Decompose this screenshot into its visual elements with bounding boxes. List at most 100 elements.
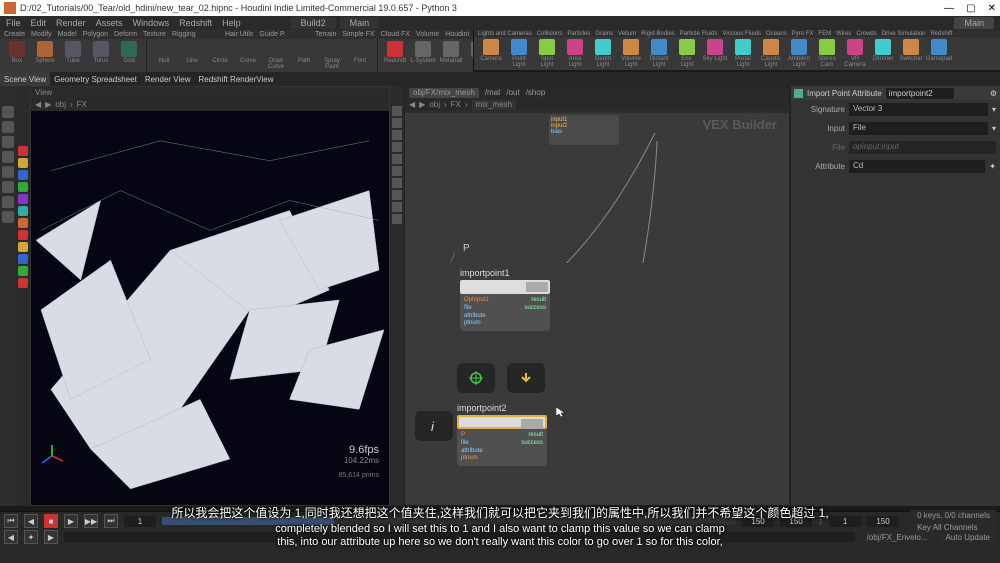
menu-windows[interactable]: Windows [133,18,170,28]
shelf-tab[interactable]: Hair Utils [225,31,253,38]
menu-redshift[interactable]: Redshift [179,18,212,28]
tool-icon[interactable] [2,136,14,148]
snap-icon[interactable] [18,146,28,156]
net-tab[interactable]: /out [506,88,519,98]
display-icon[interactable] [392,202,402,212]
shelf-tool[interactable]: Tube [60,41,86,70]
chan-prev-icon[interactable]: ◀ [4,530,18,544]
net-tab[interactable]: /shop [526,88,546,98]
network-editor[interactable]: obj/FX/mix_mesh /mat /out /shop ◀▶ obj› … [404,86,790,506]
shelf-tab[interactable]: Pyro FX [792,31,814,36]
menu-file[interactable]: File [6,18,21,28]
maximize-button[interactable]: ▢ [966,3,975,14]
node-importpoint2[interactable]: importpoint2 Pfileattributeptnum results… [457,403,547,466]
close-button[interactable]: ✕ [988,3,996,14]
info-icon[interactable]: i [429,419,439,433]
shelf-tool[interactable]: Curve [235,41,261,70]
shelf-tool[interactable]: Draw Curve [263,41,289,70]
shelf-tab[interactable]: Guide P. [259,31,285,38]
shelf-tab[interactable]: Lights and Cameras [478,31,532,36]
scope-field[interactable]: /obj/FX_Envelo... [861,532,934,543]
shelf-tab[interactable]: Rigid Bodies [641,31,675,36]
snap-icon[interactable] [18,170,28,180]
snap-icon[interactable] [18,266,28,276]
display-icon[interactable] [392,190,402,200]
shelf-tool[interactable]: Switcher [898,39,924,68]
shelf-tab[interactable]: Drive Simulation [882,31,926,36]
shelf-tool[interactable]: Null [151,41,177,70]
nav-fwd-icon[interactable]: ▶ [419,100,425,110]
shelf-tool[interactable]: Metaball [438,41,464,70]
shelf-tool[interactable]: Font [347,41,373,70]
shelf-tool[interactable]: Camera [478,39,504,68]
channel-track[interactable] [64,532,855,542]
net-tab[interactable]: obj/FX/mix_mesh [409,88,479,98]
timeline-track[interactable] [162,517,736,525]
shelf-tool[interactable]: Env. Light [674,39,700,68]
shelf-tab[interactable]: Redshift [930,31,952,36]
signature-select[interactable]: Vector 3 [849,103,988,116]
snap-icon[interactable] [18,182,28,192]
menu-help[interactable]: Help [222,18,241,28]
snap-icon[interactable] [18,218,28,228]
shelf-tool[interactable]: Geom Light [590,39,616,68]
menu-assets[interactable]: Assets [96,18,123,28]
nav-fwd-icon[interactable]: ▶ [45,100,51,110]
tool-icon[interactable] [2,151,14,163]
pane-tab-rs[interactable]: Redshift RenderView [194,72,277,86]
desktop-right[interactable]: Main [954,17,994,29]
chan-del-icon[interactable]: ✦ [24,530,38,544]
shelf-tab[interactable]: Volume [416,31,439,38]
display-icon[interactable] [392,106,402,116]
shelf-tab[interactable]: FEM [818,31,831,36]
tool-icon[interactable] [2,121,14,133]
shelf-tab[interactable]: Particle Fluids [680,31,718,36]
shelf-tool[interactable]: Distant Light [646,39,672,68]
shelf-tab[interactable]: Cloud FX [381,31,410,38]
chevron-down-icon[interactable]: ▾ [992,105,996,114]
shelf-tool[interactable]: Circle [207,41,233,70]
path-seg[interactable]: FX [77,100,87,110]
end-frame[interactable]: 150 [780,516,812,527]
tool-icon[interactable] [2,106,14,118]
snap-icon[interactable] [18,194,28,204]
display-icon[interactable] [392,118,402,128]
path-seg[interactable]: obj [55,100,66,110]
shelf-tool[interactable]: Stereo Cam [814,39,840,68]
range-end[interactable]: 150 [867,516,899,527]
shelf-tab[interactable]: Texture [143,31,166,38]
chan-next-icon[interactable]: ▶ [44,530,58,544]
shelf-tab[interactable]: Particles [567,31,590,36]
snap-icon[interactable] [18,230,28,240]
stop-button[interactable]: ■ [44,514,58,528]
shelf-tool[interactable]: Redshift [382,41,408,70]
scene-viewport[interactable]: View ◀▶ obj› FX Persp No cam [30,86,390,506]
last-frame-button[interactable]: ⏭ [104,514,118,528]
chevron-down-icon[interactable]: ▾ [992,124,996,133]
range-start[interactable]: 1 [829,516,861,527]
snap-icon[interactable] [18,206,28,216]
snap-icon[interactable] [18,242,28,252]
net-tab[interactable]: /mat [485,88,501,98]
shelf-tab[interactable]: Grains [595,31,613,36]
node-importpoint1[interactable]: importpoint1 OpInput1fileattributeptnum … [460,268,550,331]
shelf-tool[interactable]: Point Light [506,39,532,68]
start-frame[interactable]: 1 [124,516,156,527]
shelf-tool[interactable]: Dimmer [870,39,896,68]
shelf-tool[interactable]: VR Camera [842,39,868,68]
node-mix[interactable]: input1 input2 bias [549,115,619,145]
node-name-field[interactable] [886,88,954,99]
crumb[interactable]: mix_mesh [472,100,516,110]
shelf-tool[interactable]: Caustic Light [758,39,784,68]
shelf-tab[interactable]: Viscous Fluids [722,31,761,36]
tool-icon[interactable] [2,211,14,223]
shelf-tab[interactable]: Wires [836,31,851,36]
auto-update-button[interactable]: Auto Update [940,532,996,543]
shelf-tool[interactable]: Ambient Light [786,39,812,68]
shelf-tool[interactable]: Path [291,41,317,70]
pane-tab-geo[interactable]: Geometry Spreadsheet [50,72,141,86]
shelf-tool[interactable]: Portal Light [730,39,756,68]
shelf-tab[interactable]: Simple FX [342,31,374,38]
play-button[interactable]: ▶ [64,514,78,528]
shelf-tool[interactable]: L-System [410,41,436,70]
